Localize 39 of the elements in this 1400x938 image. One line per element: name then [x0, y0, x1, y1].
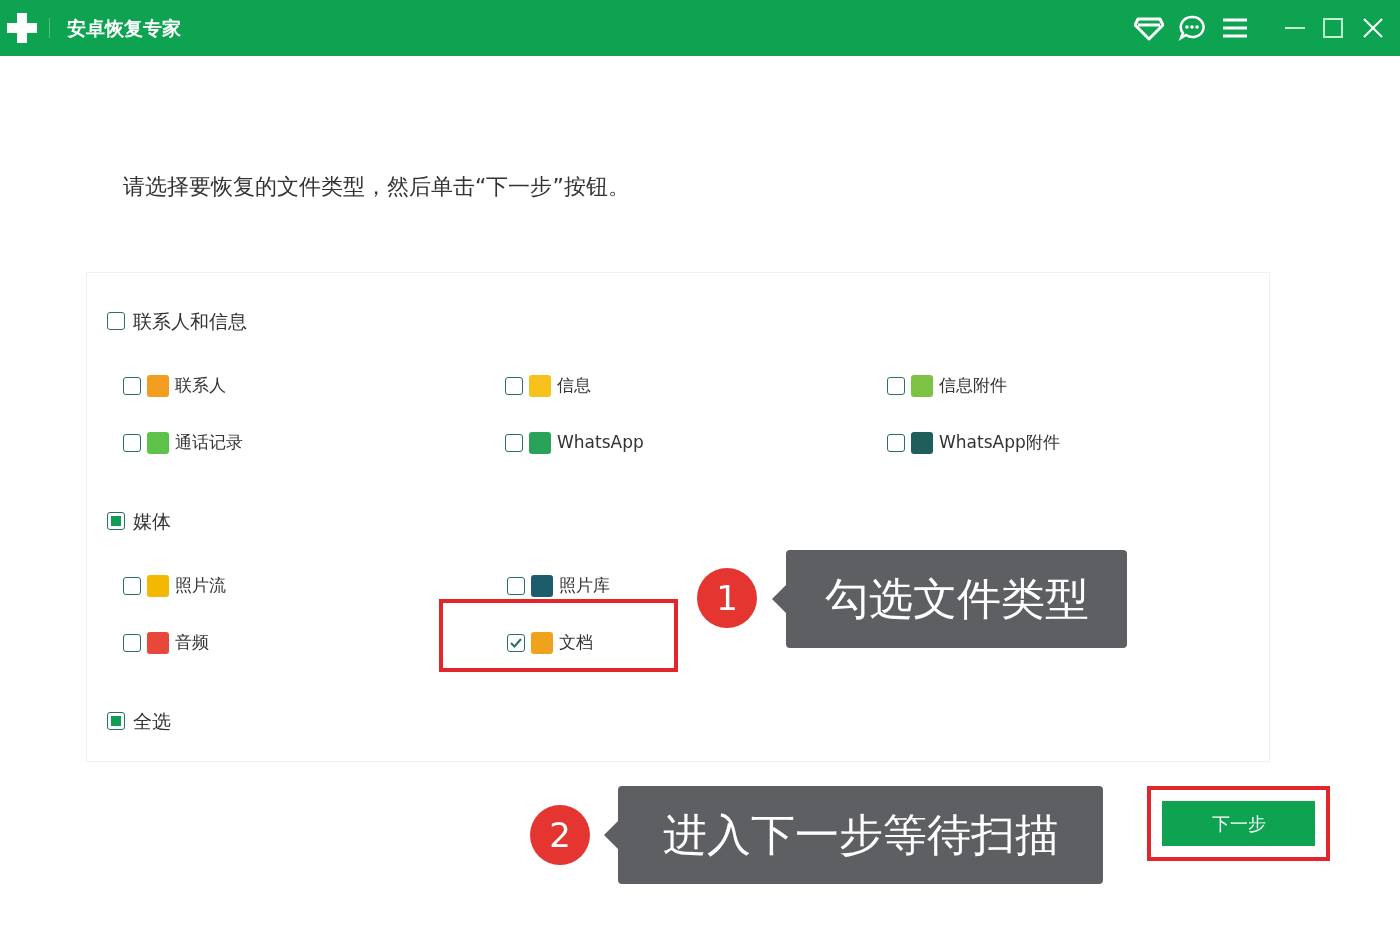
callout: 进入下一步等待扫描 [618, 786, 1103, 884]
checkbox[interactable] [123, 634, 141, 652]
plus-logo-icon [5, 11, 39, 45]
option-label: WhatsApp附件 [939, 431, 1060, 455]
group-label: 媒体 [133, 508, 171, 534]
close-icon[interactable] [1362, 17, 1384, 39]
option-label: WhatsApp [557, 431, 644, 455]
next-button[interactable]: 下一步 [1162, 801, 1315, 846]
checkbox[interactable] [887, 434, 905, 452]
checkbox[interactable] [123, 377, 141, 395]
option-label: 音频 [175, 631, 209, 655]
checkbox[interactable] [107, 512, 125, 530]
checkbox[interactable] [107, 312, 125, 330]
checkbox[interactable] [107, 712, 125, 730]
group-label: 全选 [133, 708, 171, 734]
checkbox[interactable] [505, 434, 523, 452]
option-label: 联系人 [175, 374, 226, 398]
checkbox[interactable] [507, 634, 525, 652]
checkbox[interactable] [123, 434, 141, 452]
checkbox[interactable] [887, 377, 905, 395]
option-label: 文档 [559, 631, 593, 655]
option-label: 照片库 [559, 574, 610, 598]
maximize-icon[interactable] [1322, 17, 1344, 39]
instruction-text: 请选择要恢复的文件类型，然后单击“下一步”按钮。 [123, 174, 630, 199]
option-label: 通话记录 [175, 431, 243, 455]
option-label: 信息 [557, 374, 591, 398]
checkbox[interactable] [507, 577, 525, 595]
chat-icon[interactable] [1178, 14, 1206, 42]
callout: 勾选文件类型 [786, 550, 1127, 648]
group-label: 联系人和信息 [133, 308, 247, 334]
step-badge: 1 [697, 568, 757, 628]
checkbox[interactable] [505, 377, 523, 395]
window-title: 安卓恢复专家 [67, 15, 181, 41]
menu-icon[interactable] [1222, 17, 1248, 39]
checkbox[interactable] [123, 577, 141, 595]
step-badge: 2 [530, 805, 590, 865]
option-label: 信息附件 [939, 374, 1007, 398]
diamond-icon[interactable] [1134, 15, 1164, 41]
option-label: 照片流 [175, 574, 226, 598]
